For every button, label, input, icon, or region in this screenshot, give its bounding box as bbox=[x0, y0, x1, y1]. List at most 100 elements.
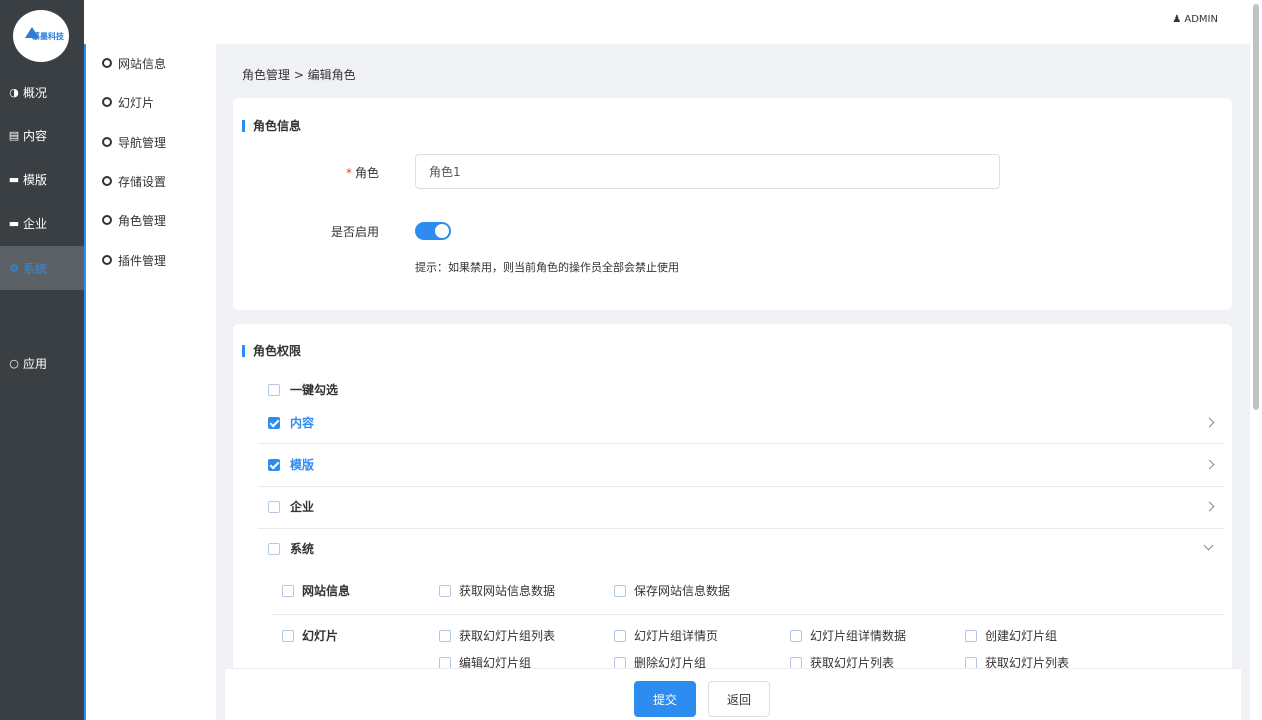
submenu-item-label: 幻灯片 bbox=[118, 95, 155, 110]
user-name: ADMIN bbox=[1184, 14, 1218, 25]
system-submenu: 网站信息 幻灯片 导航管理 存储设置 角色管理 插件管理 bbox=[84, 44, 216, 720]
checkbox-label: 模版 bbox=[290, 458, 315, 472]
logo-icon bbox=[25, 27, 39, 38]
user-menu[interactable]: ♟ ADMIN bbox=[1172, 14, 1218, 25]
submenu-item-navigation[interactable]: 导航管理 bbox=[102, 132, 166, 152]
submenu-item-label: 存储设置 bbox=[118, 174, 167, 189]
checkbox-label: 网站信息 bbox=[302, 584, 351, 598]
checkbox-label: 一键勾选 bbox=[290, 383, 339, 397]
row-divider bbox=[258, 486, 1224, 487]
row-divider bbox=[258, 528, 1224, 529]
role-label-text: 角色 bbox=[354, 166, 379, 180]
checkbox-label: 幻灯片 bbox=[302, 629, 339, 643]
row-divider bbox=[272, 614, 1224, 615]
vertical-scrollbar[interactable] bbox=[1250, 0, 1262, 720]
checkbox[interactable] bbox=[439, 656, 451, 669]
checkbox[interactable] bbox=[614, 656, 626, 669]
circle-icon bbox=[102, 58, 112, 68]
perm-group-enterprise[interactable]: 企业 bbox=[268, 498, 314, 515]
perm-action-slide-group-detail-page[interactable]: 幻灯片组详情页 bbox=[614, 627, 718, 644]
checkbox[interactable] bbox=[268, 383, 280, 396]
sidebar-item-system[interactable]: ⚙ 系统 bbox=[0, 246, 84, 290]
submenu-item-website-info[interactable]: 网站信息 bbox=[102, 53, 166, 73]
toggle-knob bbox=[435, 224, 449, 238]
circle-icon: ○ bbox=[9, 356, 19, 370]
checkbox[interactable] bbox=[268, 458, 280, 471]
permissions-card bbox=[233, 324, 1232, 720]
perm-action-get-website-info[interactable]: 获取网站信息数据 bbox=[439, 582, 555, 599]
perm-action-save-website-info[interactable]: 保存网站信息数据 bbox=[614, 582, 730, 599]
folder-icon: ▬ bbox=[8, 216, 20, 230]
checkbox-label: 内容 bbox=[290, 416, 315, 430]
perm-sub-slides[interactable]: 幻灯片 bbox=[282, 627, 338, 644]
checkbox[interactable] bbox=[282, 629, 294, 642]
user-icon: ♟ bbox=[1172, 14, 1182, 25]
row-divider bbox=[258, 443, 1224, 444]
checkbox-label: 幻灯片组详情数据 bbox=[810, 629, 907, 643]
submenu-item-label: 插件管理 bbox=[118, 253, 167, 268]
sidebar-item-label: 概况 bbox=[23, 85, 48, 100]
perm-action-create-slide-group[interactable]: 创建幻灯片组 bbox=[965, 627, 1057, 644]
sidebar-item-label: 应用 bbox=[23, 356, 48, 371]
checkbox-label: 获取幻灯片组列表 bbox=[459, 629, 556, 643]
submenu-item-label: 网站信息 bbox=[118, 56, 167, 71]
submenu-item-label: 角色管理 bbox=[118, 213, 167, 228]
section-title-text: 角色权限 bbox=[253, 344, 302, 358]
section-title-text: 角色信息 bbox=[253, 119, 302, 133]
submenu-item-roles[interactable]: 角色管理 bbox=[102, 210, 166, 230]
submenu-item-plugins[interactable]: 插件管理 bbox=[102, 250, 166, 270]
checkbox[interactable] bbox=[282, 584, 294, 597]
checkbox-label: 创建幻灯片组 bbox=[985, 629, 1058, 643]
dashboard-icon: ◑ bbox=[9, 85, 19, 99]
title-accent-bar bbox=[242, 119, 245, 132]
brand-logo[interactable]: 慕墨科技 bbox=[13, 10, 69, 62]
checkbox[interactable] bbox=[439, 584, 451, 597]
title-accent-bar bbox=[242, 344, 245, 357]
perm-action-slide-group-list[interactable]: 获取幻灯片组列表 bbox=[439, 627, 555, 644]
submenu-item-storage[interactable]: 存储设置 bbox=[102, 171, 166, 191]
perm-group-content[interactable]: 内容 bbox=[268, 414, 314, 431]
checkbox[interactable] bbox=[439, 629, 451, 642]
circle-icon bbox=[102, 97, 112, 107]
checkbox[interactable] bbox=[965, 629, 977, 642]
gear-icon: ⚙ bbox=[9, 261, 19, 275]
disable-hint: 提示：如果禁用，则当前角色的操作员全部会禁止使用 bbox=[415, 261, 679, 274]
sidebar-item-content[interactable]: ▤ 内容 bbox=[0, 113, 84, 157]
checkbox[interactable] bbox=[614, 629, 626, 642]
sidebar-item-apps[interactable]: ○ 应用 bbox=[0, 341, 84, 385]
folder-icon: ▬ bbox=[8, 172, 20, 186]
sidebar-item-label: 内容 bbox=[23, 128, 48, 143]
select-all-checkbox[interactable]: 一键勾选 bbox=[268, 381, 338, 398]
sidebar-item-overview[interactable]: ◑ 概况 bbox=[0, 70, 84, 114]
submit-button[interactable]: 提交 bbox=[634, 681, 696, 717]
sidebar-item-label: 模版 bbox=[23, 172, 48, 187]
document-icon: ▤ bbox=[8, 128, 20, 142]
perm-action-slide-group-detail-data[interactable]: 幻灯片组详情数据 bbox=[790, 627, 906, 644]
checkbox[interactable] bbox=[790, 656, 802, 669]
checkbox-label: 系统 bbox=[290, 542, 315, 556]
submenu-item-label: 导航管理 bbox=[118, 135, 167, 150]
checkbox[interactable] bbox=[268, 542, 280, 555]
checkbox-label: 企业 bbox=[290, 500, 315, 514]
perm-sub-website-info[interactable]: 网站信息 bbox=[282, 582, 350, 599]
checkbox-label: 幻灯片组详情页 bbox=[634, 629, 719, 643]
role-name-input[interactable] bbox=[415, 154, 1000, 189]
submenu-item-slides[interactable]: 幻灯片 bbox=[102, 92, 154, 112]
checkbox[interactable] bbox=[790, 629, 802, 642]
circle-icon bbox=[102, 255, 112, 265]
permissions-title: 角色权限 bbox=[242, 342, 301, 359]
sidebar-item-template[interactable]: ▬ 模版 bbox=[0, 157, 84, 201]
checkbox[interactable] bbox=[614, 584, 626, 597]
sidebar-item-label: 系统 bbox=[23, 261, 48, 276]
sidebar-item-enterprise[interactable]: ▬ 企业 bbox=[0, 201, 84, 245]
circle-icon bbox=[102, 137, 112, 147]
checkbox[interactable] bbox=[268, 500, 280, 513]
enabled-toggle[interactable] bbox=[415, 222, 451, 240]
back-button[interactable]: 返回 bbox=[708, 681, 770, 717]
scrollbar-thumb[interactable] bbox=[1253, 4, 1259, 410]
checkbox[interactable] bbox=[268, 416, 280, 429]
sidebar-item-label: 企业 bbox=[23, 216, 48, 231]
perm-group-template[interactable]: 模版 bbox=[268, 456, 314, 473]
perm-group-system[interactable]: 系统 bbox=[268, 540, 314, 557]
checkbox[interactable] bbox=[965, 656, 977, 669]
